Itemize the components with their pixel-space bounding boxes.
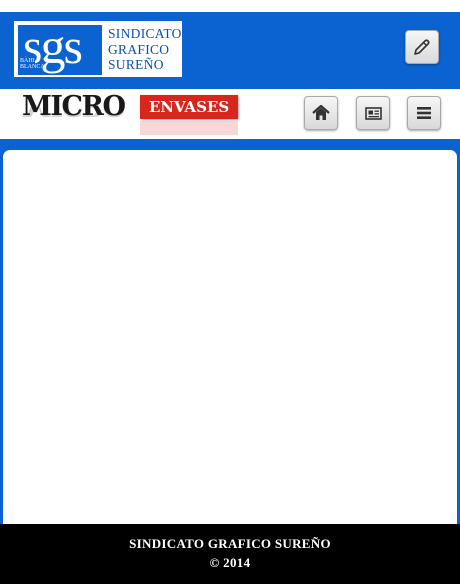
- menu-button[interactable]: [407, 96, 441, 130]
- news-button[interactable]: [356, 96, 390, 130]
- footer-title: SINDICATO GRAFICO SUREÑO: [129, 536, 331, 551]
- brand-envases-badge: ENVASES: [140, 95, 238, 119]
- logo-name: SINDICATO GRAFICO SUREÑO: [108, 26, 182, 73]
- logo-name-line-3: SUREÑO: [108, 57, 164, 72]
- edit-button[interactable]: [405, 30, 439, 64]
- home-button[interactable]: [304, 96, 338, 130]
- hamburger-menu-icon: [417, 107, 431, 119]
- brand-envases: ENVASES: [148, 98, 230, 116]
- logo-name-line-1: SINDICATO: [108, 26, 182, 41]
- brand-envases-reflection: [140, 121, 238, 135]
- footer-copyright: © 2014: [209, 555, 251, 570]
- content-frame: [0, 139, 460, 530]
- sub-header: MICRO MICRO ENVASES: [0, 89, 460, 139]
- newspaper-icon: [365, 107, 382, 120]
- logo-city-label: BAHIA BLANCA: [20, 58, 45, 70]
- logo-name-line-2: GRAFICO: [108, 41, 170, 57]
- sgs-logo[interactable]: sgs BAHIA BLANCA SINDICATO GRAFICO SUREÑ…: [14, 18, 182, 77]
- main-content[interactable]: [3, 150, 457, 530]
- header-bar: sgs BAHIA BLANCA SINDICATO GRAFICO SUREÑ…: [0, 12, 460, 89]
- pencil-edit-icon: [414, 39, 430, 55]
- sgs-monogram-block: sgs BAHIA BLANCA: [18, 18, 102, 75]
- home-icon: [312, 104, 330, 120]
- top-spacer: [0, 0, 460, 12]
- brand-micro-reflection: MICRO: [22, 105, 125, 121]
- microenvases-logo[interactable]: MICRO MICRO ENVASES: [20, 91, 242, 137]
- footer: SINDICATO GRAFICO SUREÑO © 2014: [0, 524, 460, 584]
